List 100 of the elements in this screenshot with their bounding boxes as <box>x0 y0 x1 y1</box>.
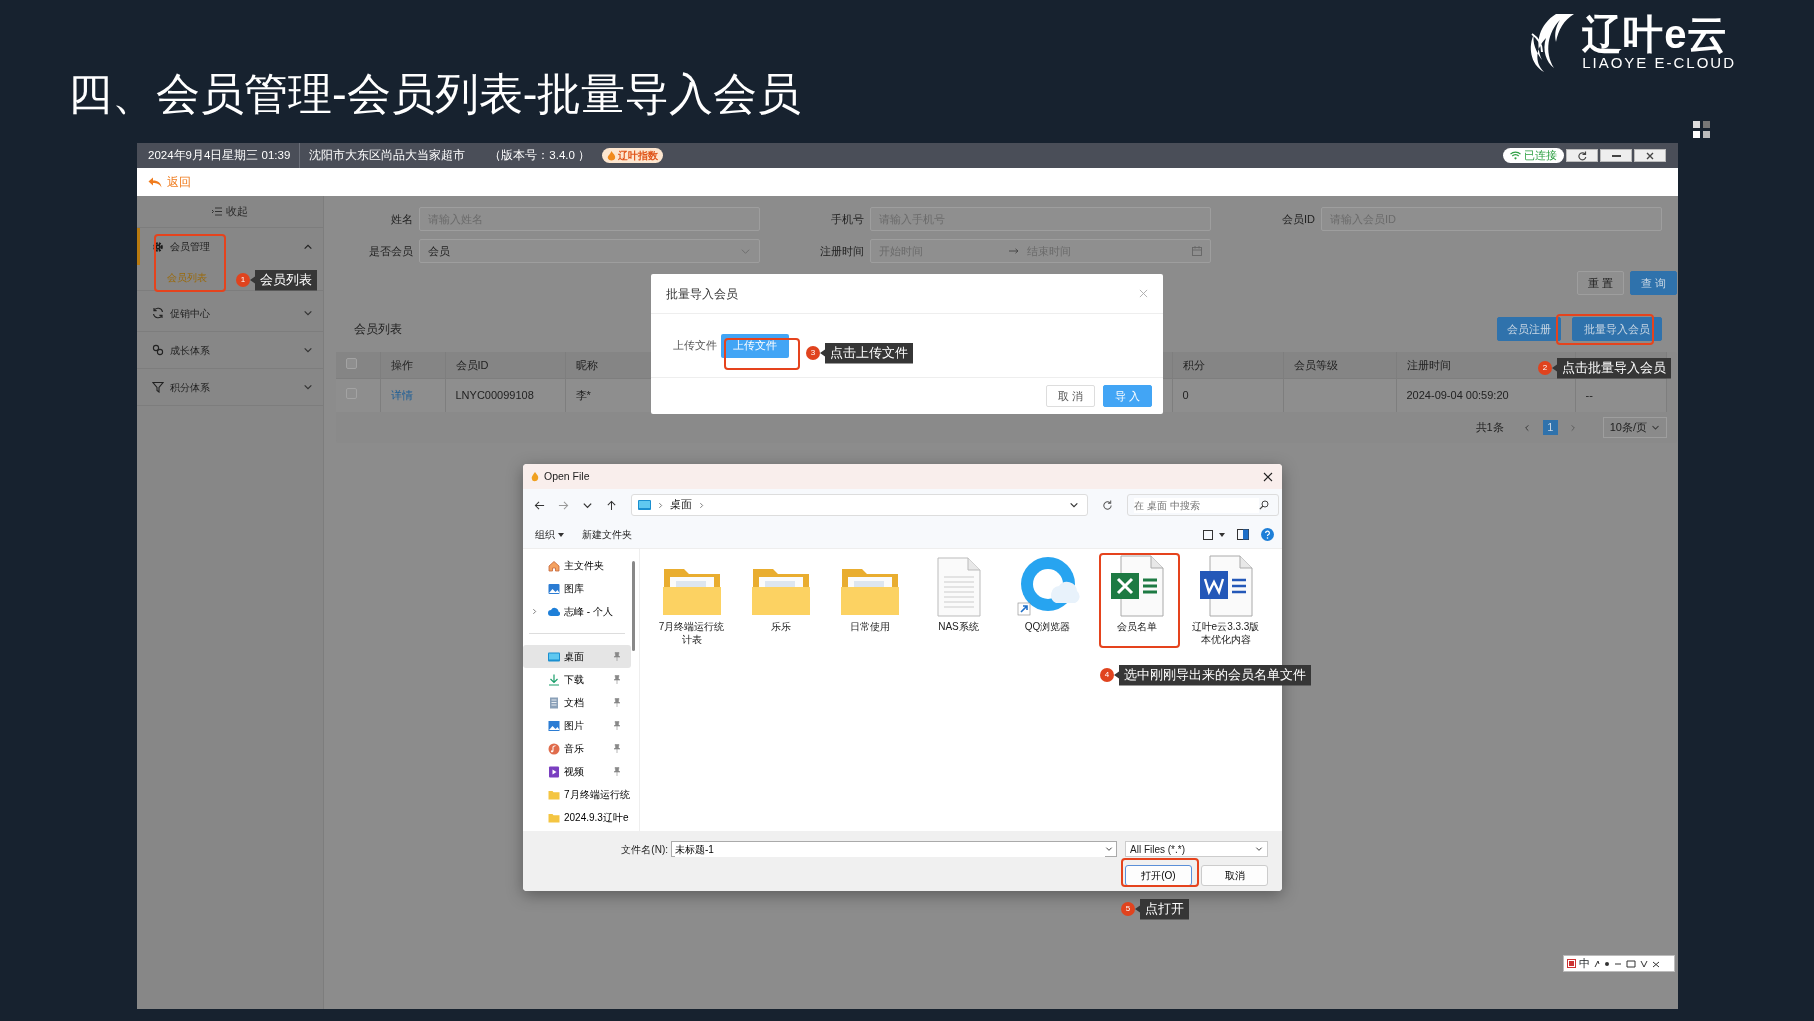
caret-icon <box>558 532 564 537</box>
caret-icon <box>1219 532 1225 537</box>
back-arrow-icon <box>148 176 162 188</box>
navigation-item[interactable]: 主文件夹 <box>523 554 631 577</box>
address-bar[interactable]: 桌面 <box>631 494 1088 516</box>
refresh-icon <box>1102 499 1113 511</box>
search-field[interactable]: 在 桌面 中搜索 <box>1127 494 1279 516</box>
badge-text: 辽叶指数 <box>618 149 659 163</box>
checkbox[interactable] <box>346 357 357 369</box>
search-button[interactable]: 查 询 <box>1629 271 1677 295</box>
navigation-item[interactable]: 桌面 <box>523 645 631 668</box>
list-icon <box>212 207 222 216</box>
chevron-right-icon <box>1569 423 1578 432</box>
logo-tagline: LIAOYE E-CLOUD <box>1582 54 1736 72</box>
navigation-item[interactable]: 图片 <box>523 714 631 737</box>
grid-icon <box>1693 121 1711 139</box>
close-button[interactable] <box>1634 149 1666 162</box>
file-item[interactable]: NAS系统 <box>914 555 1003 634</box>
refresh-icon <box>1576 150 1588 161</box>
picture-icon <box>548 719 560 732</box>
navigation-item[interactable]: 图库 <box>523 577 631 600</box>
up-arrow-icon <box>605 499 617 511</box>
search-icon <box>1259 500 1269 510</box>
select-field[interactable]: 会员 <box>419 239 760 263</box>
breadcrumb-item[interactable]: 桌面 <box>670 497 692 513</box>
home-icon <box>548 559 560 572</box>
text-file-icon <box>935 557 982 617</box>
file-item[interactable]: 乐乐 <box>736 555 825 634</box>
open-button[interactable]: 打开(O) <box>1125 865 1192 886</box>
app-icon <box>531 471 539 482</box>
document-icon <box>548 696 560 709</box>
file-item[interactable]: 会员名单 <box>1092 555 1181 634</box>
column-header: 昵称 <box>575 358 598 371</box>
back-button[interactable] <box>531 499 547 511</box>
folder-icon <box>548 811 560 824</box>
table-cell: -- <box>1585 389 1593 401</box>
page-button[interactable]: 1 <box>1542 420 1558 435</box>
scrollbar[interactable] <box>632 561 635 651</box>
field-label: 注册时间 <box>819 243 865 259</box>
cancel-button[interactable]: 取 消 <box>1045 385 1095 407</box>
refresh-button[interactable] <box>1102 499 1113 511</box>
register-button[interactable]: 会员注册 <box>1497 317 1561 341</box>
file-item[interactable]: 7月终端运行统计表 <box>647 555 736 646</box>
minimize-button[interactable] <box>1600 149 1632 162</box>
navigation-item[interactable]: 音乐 <box>523 737 631 760</box>
sidebar-item[interactable]: 促销中心 <box>137 295 323 332</box>
file-type-select[interactable]: All Files (*.*) <box>1125 841 1268 857</box>
close-icon <box>1644 150 1656 161</box>
sidebar-item[interactable]: 积分体系 <box>137 369 323 406</box>
funnel-icon <box>152 381 164 393</box>
import-button[interactable]: 批量导入会员 <box>1572 317 1662 341</box>
navigation-item[interactable]: 下载 <box>523 668 631 691</box>
download-icon <box>548 673 560 686</box>
help-button[interactable] <box>1261 528 1274 541</box>
store-name: 沈阳市大东区尚品大当家超市 <box>309 147 466 163</box>
field-label: 手机号 <box>830 211 865 227</box>
table-cell: LNYC00099108 <box>455 389 534 401</box>
chevron-down-icon <box>1255 845 1263 853</box>
cancel-button[interactable]: 取消 <box>1201 865 1268 886</box>
pane-icon <box>1237 529 1249 540</box>
reset-button[interactable]: 重 置 <box>1576 271 1624 295</box>
desktop-icon <box>548 650 560 663</box>
view-button[interactable] <box>1203 529 1225 540</box>
preview-pane-button[interactable] <box>1237 529 1249 540</box>
chevron-left-icon <box>1523 423 1532 432</box>
field-label: 文件名(N): <box>620 842 669 857</box>
highlight-frame <box>154 234 226 292</box>
close-icon <box>1139 289 1148 298</box>
total-count: 共1条 <box>1475 420 1504 436</box>
connection-text: 已连接 <box>1524 148 1557 164</box>
navigation-item[interactable]: 文档 <box>523 691 631 714</box>
dialog-title: 批量导入会员 <box>666 285 738 303</box>
close-icon <box>1263 471 1273 482</box>
step-badge: 5 <box>1121 902 1135 916</box>
page-size-select[interactable]: 10条/页 <box>1602 417 1667 438</box>
navigation-item[interactable]: 2024.9.3辽叶e <box>523 806 631 829</box>
chevron-right-icon <box>698 501 705 509</box>
new-folder-button[interactable]: 新建文件夹 <box>582 527 632 542</box>
column-header: 会员等级 <box>1293 358 1338 371</box>
ime-toolbar[interactable]: 中 <box>1563 955 1675 972</box>
organize-menu[interactable]: 组织 <box>535 527 564 542</box>
field-label: 是否会员 <box>368 243 414 259</box>
navigation-item[interactable]: 视频 <box>523 760 631 783</box>
back-arrow-icon <box>533 499 545 511</box>
navigation-item[interactable]: 7月终端运行统 <box>523 783 631 806</box>
ime-mode: 中 <box>1579 956 1590 972</box>
dialog-title: Open File <box>544 468 590 484</box>
desktop-icon <box>638 500 651 510</box>
arrow-right-icon <box>1009 248 1019 254</box>
file-name-field[interactable]: 未标题-1 <box>671 841 1117 857</box>
file-item[interactable]: 辽叶e云3.3.3版本优化内容 <box>1181 555 1270 646</box>
navigation-item[interactable]: 志峰 - 个人 <box>523 600 631 623</box>
sidebar-item[interactable]: 成长体系 <box>137 332 323 369</box>
collapse-button[interactable]: 收起 <box>137 196 323 228</box>
file-item[interactable]: QQ浏览器 <box>1003 555 1092 634</box>
file-item[interactable]: 日常使用 <box>825 555 914 634</box>
callout-label: 点打开 <box>1135 898 1189 920</box>
refresh-icon <box>152 307 164 319</box>
sidebar-item[interactable]: 会员管理 <box>137 228 323 265</box>
refresh-button[interactable] <box>1566 149 1598 162</box>
